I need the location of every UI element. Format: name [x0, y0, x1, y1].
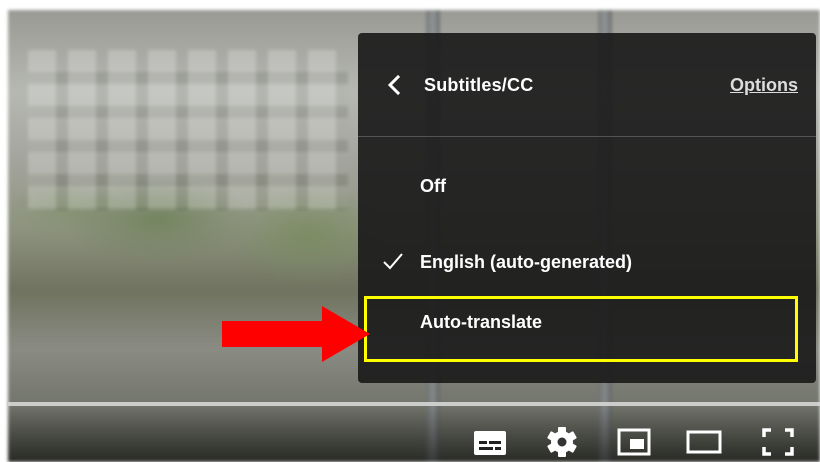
gear-icon[interactable]	[542, 422, 582, 462]
menu-header: Subtitles/CC Options	[358, 33, 816, 137]
theater-mode-icon[interactable]	[684, 422, 724, 462]
options-link[interactable]: Options	[730, 75, 798, 96]
menu-item-english-auto-generated[interactable]: English (auto-generated)	[358, 240, 816, 284]
menu-item-off[interactable]: Off	[358, 164, 816, 208]
fullscreen-icon[interactable]	[758, 422, 798, 462]
video-background	[28, 50, 348, 210]
menu-title: Subtitles/CC	[424, 75, 534, 95]
menu-item-label: Off	[420, 176, 446, 196]
video-player[interactable]: Subtitles/CC Options Off English (auto-g…	[0, 0, 820, 462]
checkmark-icon	[383, 253, 403, 270]
miniplayer-icon[interactable]	[614, 422, 654, 462]
progress-bar[interactable]	[8, 402, 820, 406]
menu-item-label: English (auto-generated)	[420, 252, 633, 272]
chevron-left-icon[interactable]	[384, 73, 404, 97]
subtitles-icon[interactable]	[470, 422, 510, 462]
annotation-highlight-box	[364, 296, 798, 362]
annotation-arrow-icon	[222, 306, 370, 362]
